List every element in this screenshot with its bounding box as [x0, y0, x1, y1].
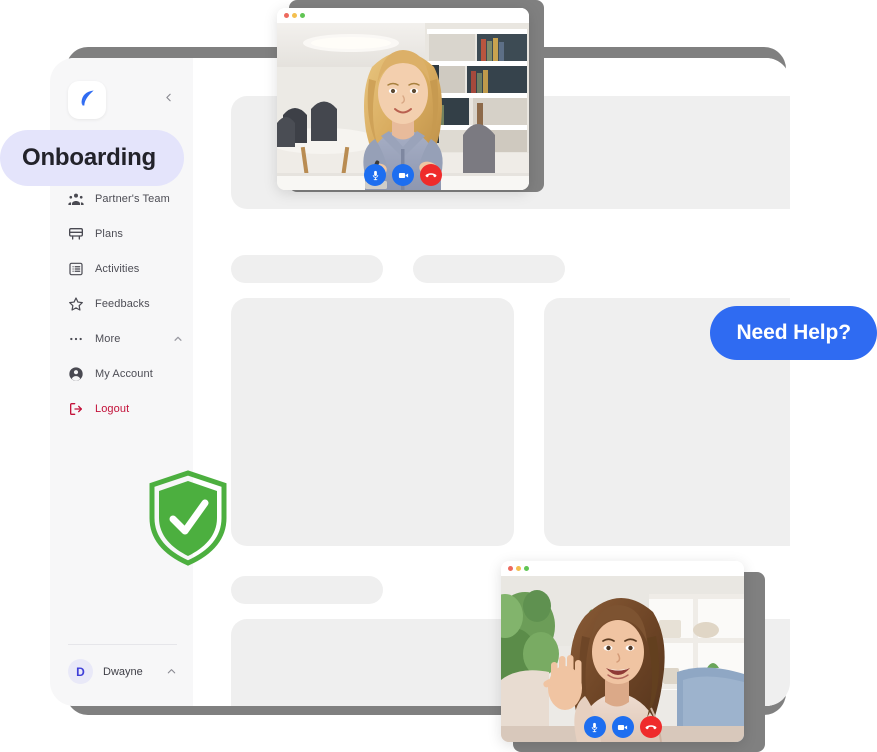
- sidebar-footer: D Dwayne: [50, 644, 193, 706]
- video-camera-icon: [398, 170, 409, 181]
- sidebar-item-plans[interactable]: Plans: [50, 216, 193, 251]
- leaf-logo-icon: [77, 88, 97, 113]
- sidebar-item-label: Feedbacks: [95, 297, 150, 310]
- onboarding-badge[interactable]: Onboarding: [0, 130, 184, 186]
- maximize-dot-icon[interactable]: [524, 566, 529, 571]
- end-call-button[interactable]: [639, 716, 662, 738]
- sidebar-item-more[interactable]: More: [50, 321, 193, 356]
- chevron-up-icon[interactable]: [166, 666, 177, 677]
- maximize-dot-icon[interactable]: [300, 13, 305, 18]
- microphone-icon: [370, 170, 381, 181]
- star-icon: [67, 295, 84, 312]
- people-group-icon: [67, 190, 84, 207]
- sidebar-nav: Partner's Team Plans Activities Feedback…: [50, 146, 193, 426]
- microphone-icon: [589, 722, 600, 733]
- placeholder-card-row: [231, 298, 790, 546]
- need-help-label: Need Help?: [736, 321, 851, 344]
- onboarding-label: Onboarding: [22, 144, 156, 171]
- video-camera-icon: [617, 722, 628, 733]
- sidebar-item-label: Partner's Team: [95, 192, 170, 205]
- video-feed-top: [277, 23, 529, 190]
- sidebar-collapse-button[interactable]: [159, 91, 177, 109]
- profile-name: Dwayne: [103, 665, 143, 678]
- placeholder-card-left: [231, 298, 514, 546]
- sidebar-item-logout[interactable]: Logout: [50, 391, 193, 426]
- list-icon: [67, 260, 84, 277]
- video-call-window-top: [277, 8, 529, 190]
- close-dot-icon[interactable]: [284, 13, 289, 18]
- end-call-button[interactable]: [420, 164, 442, 186]
- window-titlebar: [277, 8, 529, 23]
- screenshot-stage: Partner's Team Plans Activities Feedback…: [0, 0, 877, 752]
- sidebar-item-partners-team[interactable]: Partner's Team: [50, 181, 193, 216]
- phone-hangup-icon: [425, 169, 437, 181]
- monitor-icon: [67, 225, 84, 242]
- microphone-button[interactable]: [583, 716, 606, 738]
- sidebar-item-feedbacks[interactable]: Feedbacks: [50, 286, 193, 321]
- ellipsis-icon: [67, 330, 84, 347]
- phone-hangup-icon: [645, 721, 657, 733]
- sidebar-item-label: Plans: [95, 227, 124, 240]
- video-call-window-bottom: [501, 561, 744, 742]
- avatar: D: [68, 659, 93, 684]
- chevron-left-icon: [162, 91, 175, 109]
- placeholder-pill-left: [231, 255, 383, 283]
- user-circle-icon: [67, 365, 84, 382]
- sidebar-item-label: More: [95, 332, 121, 345]
- placeholder-pill-bottom: [231, 576, 383, 604]
- camera-button[interactable]: [611, 716, 634, 738]
- sidebar-item-activities[interactable]: Activities: [50, 251, 193, 286]
- placeholder-pill-row: [231, 255, 790, 283]
- app-logo[interactable]: [68, 81, 106, 119]
- chevron-up-icon: [173, 334, 183, 344]
- sidebar-item-label: Logout: [95, 402, 130, 415]
- camera-button[interactable]: [392, 164, 414, 186]
- microphone-button[interactable]: [364, 164, 386, 186]
- placeholder-pill-right: [413, 255, 565, 283]
- close-dot-icon[interactable]: [508, 566, 513, 571]
- logout-icon: [67, 400, 84, 417]
- sidebar-item-my-account[interactable]: My Account: [50, 356, 193, 391]
- minimize-dot-icon[interactable]: [292, 13, 297, 18]
- shield-check-icon: [146, 470, 230, 566]
- sidebar-item-label: My Account: [95, 367, 153, 380]
- video-feed-bottom: [501, 576, 744, 742]
- sidebar-header: [50, 76, 193, 124]
- need-help-button[interactable]: Need Help?: [710, 306, 877, 360]
- minimize-dot-icon[interactable]: [516, 566, 521, 571]
- call-controls-top: [364, 164, 442, 186]
- call-controls-bottom: [583, 716, 662, 738]
- sidebar-item-label: Activities: [95, 262, 140, 275]
- divider: [68, 644, 177, 645]
- window-titlebar: [501, 561, 744, 576]
- user-profile[interactable]: D Dwayne: [64, 659, 181, 684]
